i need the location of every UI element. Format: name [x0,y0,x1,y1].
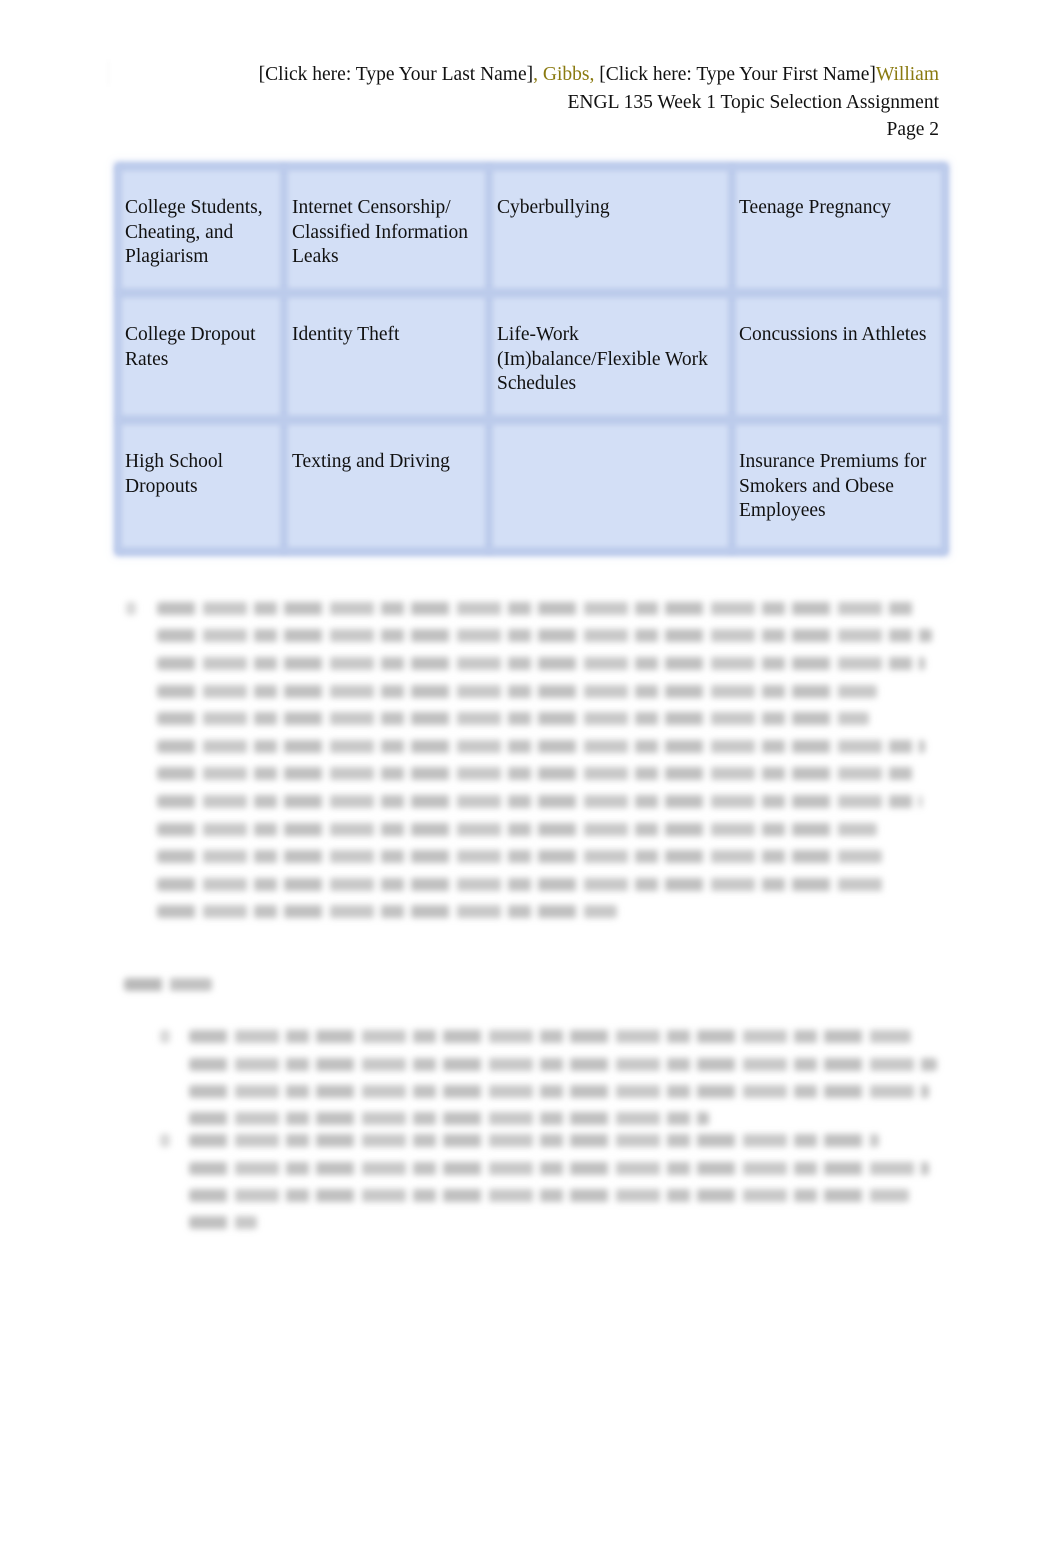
blurred-question-paragraph [0,0,1062,1556]
blurred-examples-heading [124,978,212,991]
document-page: [Click here: Type Your Last Name], Gibbs… [0,0,1062,1556]
